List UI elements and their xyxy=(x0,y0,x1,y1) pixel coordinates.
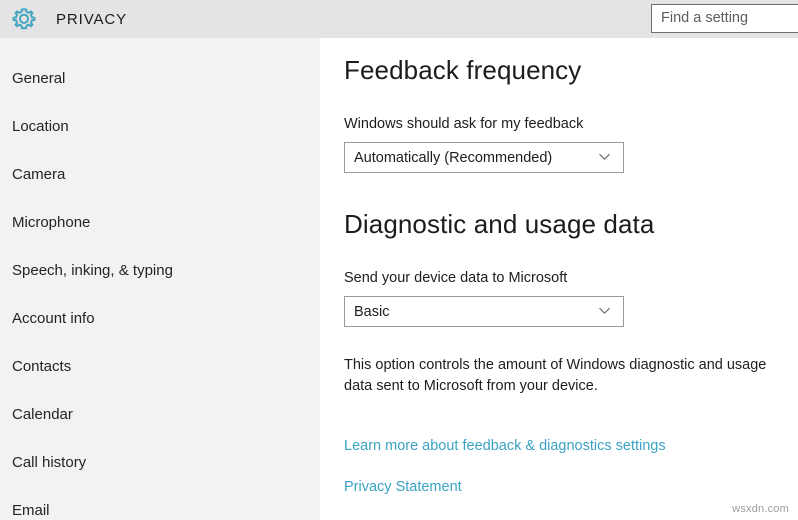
search-input[interactable] xyxy=(651,4,798,33)
sidebar-item-account-info[interactable]: Account info xyxy=(0,294,320,342)
watermark: wsxdn.com xyxy=(732,503,789,515)
sidebar-item-camera[interactable]: Camera xyxy=(0,150,320,198)
diagnostic-usage-dropdown[interactable]: Basic xyxy=(344,296,624,327)
section-diagnostic-usage-data: Diagnostic and usage data xyxy=(344,209,654,240)
diagnostic-description: This option controls the amount of Windo… xyxy=(344,355,786,397)
feedback-frequency-label: Windows should ask for my feedback xyxy=(344,116,583,132)
sidebar-item-general[interactable]: General xyxy=(0,54,320,102)
search-box[interactable] xyxy=(651,4,798,33)
sidebar-item-speech-inking-typing[interactable]: Speech, inking, & typing xyxy=(0,246,320,294)
sidebar-item-label: Speech, inking, & typing xyxy=(12,262,173,279)
section-feedback-frequency: Feedback frequency xyxy=(344,55,581,86)
sidebar-item-location[interactable]: Location xyxy=(0,102,320,150)
diagnostic-description-block: This option controls the amount of Windo… xyxy=(344,355,786,397)
app-title: PRIVACY xyxy=(56,11,127,28)
chevron-down-icon xyxy=(598,150,611,163)
sidebar-item-label: Calendar xyxy=(12,406,73,423)
sidebar-item-call-history[interactable]: Call history xyxy=(0,438,320,486)
diagnostic-usage-label: Send your device data to Microsoft xyxy=(344,270,567,286)
diagnostic-usage-label-row: Send your device data to Microsoft xyxy=(344,270,567,286)
sidebar-item-microphone[interactable]: Microphone xyxy=(0,198,320,246)
sidebar-item-label: Location xyxy=(12,118,69,135)
privacy-statement-link[interactable]: Privacy Statement xyxy=(344,479,462,495)
sidebar-item-email[interactable]: Email xyxy=(0,486,320,520)
learn-more-link[interactable]: Learn more about feedback & diagnostics … xyxy=(344,438,666,454)
page-title: Feedback frequency xyxy=(344,55,581,86)
sidebar-item-label: Microphone xyxy=(12,214,90,231)
sidebar-item-label: Account info xyxy=(12,310,95,327)
sidebar-item-contacts[interactable]: Contacts xyxy=(0,342,320,390)
title-bar-left: PRIVACY xyxy=(0,0,127,38)
chevron-down-icon xyxy=(598,304,611,317)
diagnostic-usage-selected-value: Basic xyxy=(345,304,389,320)
sidebar-nav-list: General Location Camera Microphone Speec… xyxy=(0,54,320,520)
feedback-frequency-dropdown-control[interactable]: Automatically (Recommended) xyxy=(344,142,624,173)
diagnostic-usage-heading: Diagnostic and usage data xyxy=(344,209,654,240)
sidebar-item-calendar[interactable]: Calendar xyxy=(0,390,320,438)
feedback-frequency-dropdown[interactable]: Automatically (Recommended) xyxy=(344,142,624,173)
feedback-frequency-label-row: Windows should ask for my feedback xyxy=(344,116,583,132)
learn-more-link-row: Learn more about feedback & diagnostics … xyxy=(344,437,666,455)
diagnostic-usage-dropdown-control[interactable]: Basic xyxy=(344,296,624,327)
privacy-statement-link-row: Privacy Statement xyxy=(344,478,462,496)
sidebar-item-label: Contacts xyxy=(12,358,71,375)
gear-icon xyxy=(9,4,39,34)
sidebar-item-label: General xyxy=(12,70,65,87)
sidebar-item-label: Camera xyxy=(12,166,65,183)
sidebar: General Location Camera Microphone Speec… xyxy=(0,38,320,520)
title-bar: PRIVACY xyxy=(0,0,798,38)
sidebar-item-label: Email xyxy=(12,502,50,519)
feedback-frequency-selected-value: Automatically (Recommended) xyxy=(345,150,552,166)
settings-window: PRIVACY General Location Camera Micropho… xyxy=(0,0,798,520)
main-content: Feedback frequency Windows should ask fo… xyxy=(320,38,798,520)
sidebar-item-label: Call history xyxy=(12,454,86,471)
